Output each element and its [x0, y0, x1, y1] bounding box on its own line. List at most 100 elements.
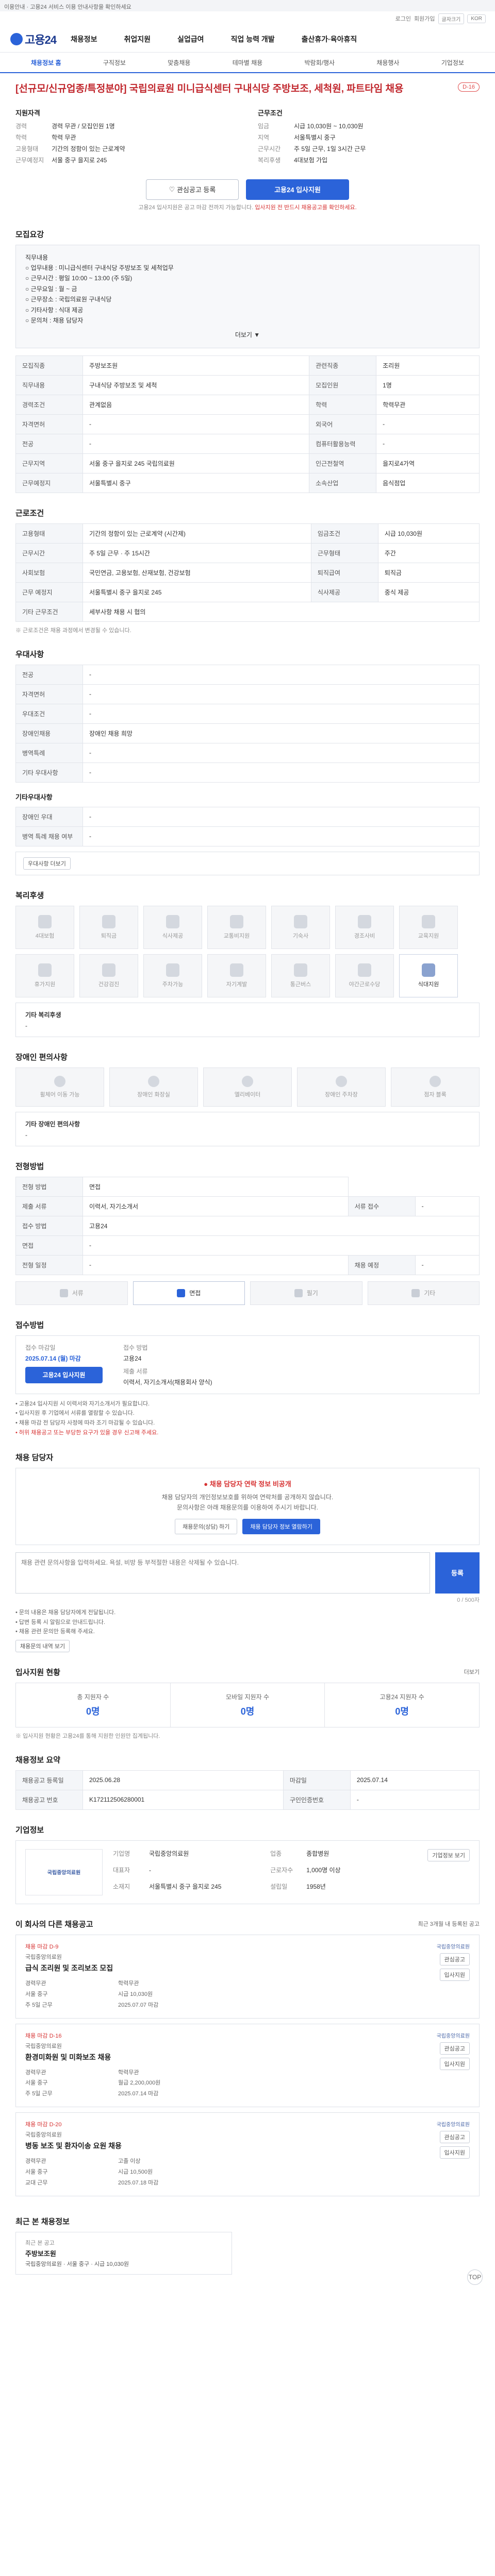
disability-label: 휠체어 이동 가능	[40, 1091, 80, 1098]
stat-label: 총 지원자 수	[77, 1693, 109, 1701]
welfare-item: 주차가능	[143, 954, 202, 997]
table-value: 서울특별시 중구	[82, 472, 310, 493]
method-label: 기타	[424, 1290, 436, 1297]
qa-input[interactable]	[15, 1552, 430, 1594]
inquiry-contact-button[interactable]: 채용 담당자 정보 열람하기	[242, 1518, 320, 1534]
inquiry-consult-button[interactable]: 채용문의(상담) 하기	[175, 1518, 238, 1534]
job-card-interest-button[interactable]: 관심공고	[439, 2131, 470, 2144]
table-value: 주간	[377, 543, 480, 563]
job-card-tag: 채용 마감 D-9	[25, 1943, 59, 1950]
summary-value: 시급 10,030원 ~ 10,030원	[294, 122, 364, 130]
table-value: -	[82, 664, 480, 685]
check-icon	[294, 1289, 303, 1297]
job-card-interest-button[interactable]: 관심공고	[439, 2042, 470, 2055]
job-card-interest-button[interactable]: 관심공고	[439, 1953, 470, 1965]
preference-more-button[interactable]: 우대사항 더보기	[23, 857, 71, 870]
section-title: 근로조건	[15, 509, 44, 518]
tab-company-info[interactable]: 기업정보	[441, 58, 464, 67]
table-key: 전형 방법	[15, 1176, 83, 1197]
company-value: -	[149, 1866, 151, 1874]
summary-value: 주 5일 근무, 1일 3시간 근무	[294, 145, 366, 152]
signup-link[interactable]: 회원가입	[414, 14, 435, 23]
table-value: 퇴직금	[377, 562, 480, 583]
job-content-section: 모집요강 직무내용 ○ 업무내용 : 미니급식센터 구내식당 주방보조 및 세척…	[0, 218, 495, 497]
table-key: 근무 예정지	[15, 582, 83, 602]
apply-button[interactable]: 고용24 입사지원	[246, 179, 349, 200]
company-value: 국립중앙의료원	[149, 1850, 189, 1857]
inquiry-history-button[interactable]: 채용문의 내역 보기	[15, 1639, 70, 1652]
fold-toggle[interactable]: 더보기 ▼	[25, 326, 470, 340]
tab-jobs-home[interactable]: 채용정보 홈	[31, 58, 61, 67]
disability-item: 점자 블록	[391, 1067, 480, 1107]
section-title: 기업정보	[15, 1825, 44, 1835]
job-card[interactable]: 채용 마감 D-16 국립중앙의료원 환경미화원 및 미화보조 채용 경력무관 학력무관…	[15, 2023, 480, 2108]
disability-etc-value: -	[25, 1131, 27, 1139]
summary-value: 서울 중구 을지로 245	[52, 156, 107, 164]
interest-button[interactable]: ♡ 관심공고 등록	[146, 179, 239, 200]
welfare-item: 자기계발	[207, 954, 266, 997]
recent-section: 최근 본 채용정보 최근 본 공고 주방보조원 국립중앙의료원 · 서울 중구 …	[0, 2206, 495, 2295]
nav-unemployment-benefit[interactable]: 실업급여	[177, 34, 204, 44]
qa-submit-button[interactable]: 등록	[435, 1552, 480, 1594]
stats-more-link[interactable]: 더보기	[464, 1668, 480, 1676]
sub-tabs: 채용정보 홈 구직정보 맞춤채용 테마별 채용 박람회/행사 채용행사 기업정보	[0, 53, 495, 73]
job-card[interactable]: 채용 마감 D-9 국립중앙의료원 급식 조리원 및 조리보조 모집 경력무관 학력무관…	[15, 1934, 480, 2019]
selection-methods: 서류 면접 필기 기타	[15, 1281, 480, 1305]
tab-fair[interactable]: 박람회/행사	[305, 58, 335, 67]
table-value: 고용24	[82, 1215, 480, 1236]
table-value: 음식점업	[376, 472, 480, 493]
nav-skill-development[interactable]: 직업 능력 개발	[231, 34, 275, 44]
job-card-meta-item: 주 5일 근무	[25, 2002, 53, 2008]
language-button[interactable]: KOR	[467, 14, 486, 23]
main-nav: 채용정보 취업지원 실업급여 직업 능력 개발 출산휴가·육아휴직	[71, 34, 357, 44]
site-logo[interactable]: 고용24	[10, 31, 57, 47]
job-card-title[interactable]: 급식 조리원 및 조리보조 모집	[25, 1963, 211, 1973]
accessibility-icon	[148, 1075, 159, 1087]
conditions-note: ※ 근로조건은 채용 과정에서 변경될 수 있습니다.	[15, 627, 131, 634]
job-card-apply-button[interactable]: 입사지원	[439, 1968, 470, 1981]
table-row: 기타 우대사항 -	[15, 762, 480, 783]
content-line: 직무내용	[25, 253, 48, 261]
table-value: 조리원	[376, 355, 480, 376]
job-card-title[interactable]: 환경미화원 및 미화보조 채용	[25, 2052, 211, 2062]
job-card[interactable]: 채용 마감 D-20 국립중앙의료원 병동 보조 및 환자이송 요원 채용 경력무관 고…	[15, 2112, 480, 2196]
job-card-apply-button[interactable]: 입사지원	[439, 2146, 470, 2159]
nav-parental-leave[interactable]: 출산휴가·육아휴직	[302, 34, 357, 44]
table-value: -	[82, 684, 480, 704]
disability-label: 엘리베이터	[234, 1091, 261, 1098]
tab-seekers[interactable]: 구직정보	[103, 58, 126, 67]
nav-jobs[interactable]: 채용정보	[71, 34, 97, 44]
disability-item: 장애인 주차장	[297, 1067, 386, 1107]
disability-item: 엘리베이터	[203, 1067, 292, 1107]
apply-bullets: • 고용24 입사지원 시 이력서와 자기소개서가 필요합니다. • 입사지원 …	[15, 1394, 480, 1438]
job-card-company: 국립중앙의료원	[25, 1954, 62, 1960]
content-line: ○ 근무요일 : 월 ~ 금	[25, 285, 77, 293]
bullet: • 채용 관련 문의만 등록해 주세요.	[15, 1629, 95, 1635]
stat-label: 모바일 지원자 수	[226, 1693, 269, 1701]
tab-events[interactable]: 채용행사	[376, 58, 399, 67]
job-card-apply-button[interactable]: 입사지원	[439, 2057, 470, 2070]
summary-key: 임금	[258, 122, 270, 130]
scroll-top-button[interactable]: TOP	[467, 2269, 483, 2285]
table-row: 근무 예정지 서울특별시 중구 을지로 245 식사제공 중식 제공	[15, 582, 480, 602]
login-link[interactable]: 로그인	[395, 14, 411, 23]
recent-item[interactable]: 최근 본 공고 주방보조원 국립중앙의료원 · 서울 중구 · 시급 10,03…	[15, 2231, 232, 2275]
table-row: 사회보험 국민연금, 고용보험, 산재보험, 건강보험 퇴직급여 퇴직금	[15, 562, 480, 583]
table-value: -	[415, 1255, 480, 1275]
tab-custom[interactable]: 맞춤채용	[168, 58, 190, 67]
welfare-label: 자기계발	[226, 981, 248, 988]
preference-more-box: 우대사항 더보기	[15, 851, 480, 875]
content-line: ○ 업무내용 : 미니급식센터 구내식당 주방보조 및 세척업무	[25, 264, 174, 272]
font-size-button[interactable]: 글자크기	[438, 13, 465, 24]
job-card-body: 채용 마감 D-16 국립중앙의료원 환경미화원 및 미화보조 채용 경력무관 학력무관…	[25, 2031, 211, 2100]
job-card-title[interactable]: 병동 보조 및 환자이송 요원 채용	[25, 2141, 211, 2151]
bullet-warning: • 허위 채용공고 또는 부당한 요구가 있을 경우 신고해 주세요.	[15, 1429, 159, 1436]
table-key: 경력조건	[15, 394, 83, 415]
nav-employment-support[interactable]: 취업지원	[124, 34, 151, 44]
table-key: 인근전철역	[309, 453, 377, 473]
tab-theme[interactable]: 테마별 채용	[233, 58, 263, 67]
company-info-button[interactable]: 기업정보 보기	[427, 1849, 470, 1861]
table-row: 자격면허 - 외국어 -	[15, 414, 480, 434]
summary-key: 근무시간	[258, 145, 281, 152]
apply-button-2[interactable]: 고용24 입사지원	[25, 1366, 103, 1383]
